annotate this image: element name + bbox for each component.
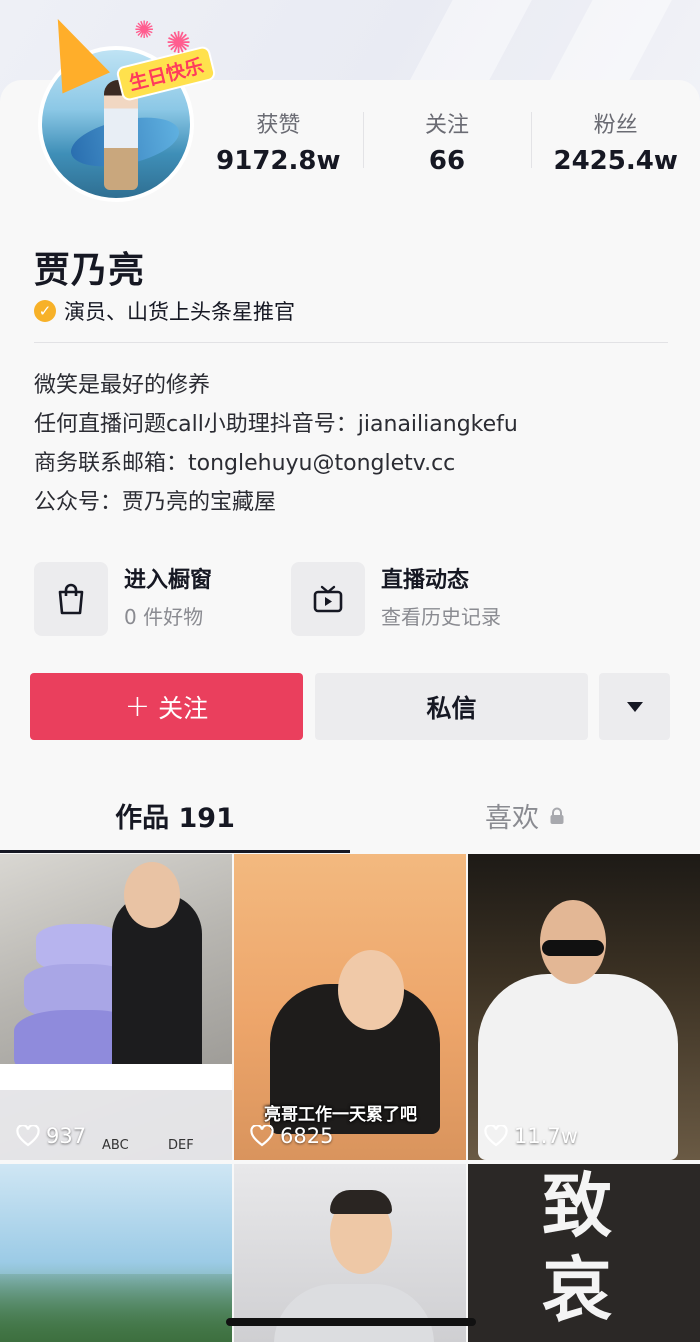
avatar[interactable]: 生日快乐 ✺ ✺ bbox=[34, 8, 217, 202]
profile-card: 生日快乐 ✺ ✺ 获赞 9172.8w 关注 66 粉丝 2425.4w 贾乃亮… bbox=[0, 8, 700, 1342]
bio-line: 商务联系邮箱：tonglehuyu@tongletv.cc bbox=[34, 451, 456, 476]
bio-line: 公众号：贾乃亮的宝藏屋 bbox=[34, 490, 277, 515]
video-thumbnail[interactable] bbox=[0, 1164, 232, 1342]
verification-text: 演员、山货上头条星推官 bbox=[64, 300, 295, 324]
video-thumbnail[interactable]: 致哀 bbox=[468, 1164, 700, 1342]
live-tv-icon bbox=[291, 562, 365, 636]
video-thumbnail[interactable]: ABC DEF 937 bbox=[0, 854, 232, 1160]
stat-following[interactable]: 关注 66 bbox=[362, 106, 532, 188]
profile-name: 贾乃亮 bbox=[34, 250, 146, 291]
stat-followers[interactable]: 粉丝 2425.4w bbox=[531, 106, 700, 188]
profile-tabs: 作品 191 喜欢 bbox=[0, 780, 700, 854]
active-tab-indicator bbox=[0, 850, 350, 853]
video-thumbnail[interactable] bbox=[234, 1164, 466, 1342]
lock-icon bbox=[550, 807, 564, 824]
message-button[interactable]: 私信 bbox=[315, 673, 588, 740]
video-caption: 亮哥工作一天累了吧 bbox=[264, 1105, 417, 1125]
heart-icon bbox=[250, 1125, 274, 1147]
heart-icon bbox=[16, 1125, 40, 1147]
verification-row: ✓ 演员、山货上头条星推官 bbox=[34, 296, 295, 326]
divider bbox=[34, 342, 668, 343]
follow-button[interactable]: + 关注 bbox=[30, 673, 303, 740]
more-options-button[interactable] bbox=[599, 673, 670, 740]
video-like-count: 11.7w bbox=[484, 1124, 578, 1148]
shopping-bag-icon bbox=[34, 562, 108, 636]
home-indicator bbox=[226, 1318, 476, 1326]
sunglasses bbox=[542, 940, 604, 956]
video-like-count: 6825 bbox=[250, 1124, 333, 1148]
plus-icon: + bbox=[124, 689, 151, 724]
tab-likes[interactable]: 喜欢 bbox=[350, 780, 700, 850]
stats-bar: 获赞 9172.8w 关注 66 粉丝 2425.4w bbox=[194, 106, 700, 188]
sparkle-icon: ✺ bbox=[166, 26, 192, 61]
video-title-text: 致哀 bbox=[542, 1164, 612, 1331]
video-thumbnail[interactable]: 11.7w bbox=[468, 854, 700, 1160]
video-grid: ABC DEF 937 亮哥工作一天累了吧 6825 11.7w 致哀 bbox=[0, 854, 700, 1342]
stat-likes-received[interactable]: 获赞 9172.8w bbox=[194, 106, 363, 188]
verified-badge-icon: ✓ bbox=[34, 300, 56, 322]
tab-works[interactable]: 作品 191 bbox=[0, 780, 350, 850]
live-history-entry[interactable]: 直播动态 查看历史记录 bbox=[291, 561, 501, 637]
video-thumbnail[interactable]: 亮哥工作一天累了吧 6825 bbox=[234, 854, 466, 1160]
video-like-count: 937 bbox=[16, 1124, 86, 1148]
sparkle-icon: ✺ bbox=[134, 16, 155, 44]
shop-window-entry[interactable]: 进入橱窗 0 件好物 bbox=[34, 561, 212, 637]
bio: 微笑是最好的修养 任何直播问题call小助理抖音号：jianailiangkef… bbox=[34, 366, 518, 522]
palm-trees bbox=[0, 1274, 232, 1342]
bio-line: 微笑是最好的修养 bbox=[34, 373, 211, 398]
bio-line: 任何直播问题call小助理抖音号：jianailiangkefu bbox=[34, 412, 518, 437]
heart-icon bbox=[484, 1125, 508, 1147]
caret-down-icon bbox=[626, 701, 643, 712]
